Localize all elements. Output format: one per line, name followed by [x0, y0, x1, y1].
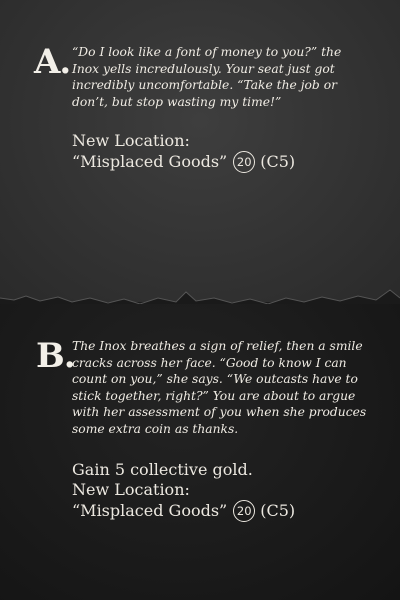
outcome-b-location-line: “Misplaced Goods” 20 (C5) [72, 500, 295, 522]
outcome-a-result: New Location: “Misplaced Goods” 20 (C5) [72, 131, 295, 173]
outcome-a-letter: A. [34, 42, 71, 82]
scenario-number-badge: 20 [233, 500, 256, 522]
outcome-a-coordinate: (C5) [260, 152, 296, 171]
outcome-b-narrative: The Inox breathes a sign of relief, then… [72, 339, 367, 436]
outcome-b-effect: Gain 5 collective gold. [72, 460, 253, 479]
outcome-a-narrative: “Do I look like a font of money to you?”… [72, 45, 342, 109]
outcome-a-location-label: New Location: [72, 131, 190, 150]
outcome-b-location-name: “Misplaced Goods” [72, 501, 228, 520]
outcome-b-coordinate: (C5) [260, 501, 296, 520]
outcome-b-location-label: New Location: [72, 480, 190, 499]
outcome-b-result: Gain 5 collective gold. New Location: “M… [72, 460, 295, 522]
outcome-a-location-name: “Misplaced Goods” [72, 152, 228, 171]
outcome-b-letter: B. [36, 336, 76, 376]
scenario-number-badge: 20 [233, 151, 256, 173]
outcome-a-location-line: “Misplaced Goods” 20 (C5) [72, 151, 295, 173]
